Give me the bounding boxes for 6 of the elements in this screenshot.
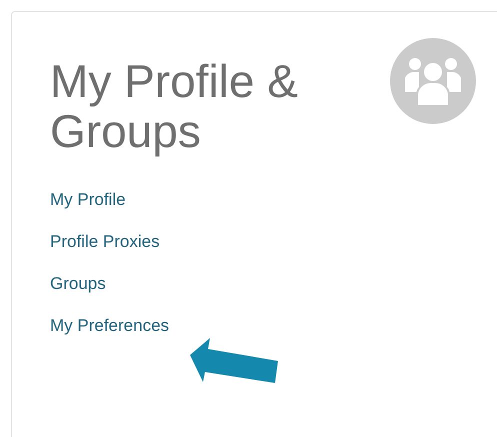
group-icon — [405, 56, 461, 106]
nav-link[interactable]: My Profile — [50, 190, 126, 210]
nav-link[interactable]: My Preferences — [50, 316, 170, 336]
nav-link[interactable]: Groups — [50, 274, 106, 294]
nav-link[interactable]: Profile Proxies — [50, 232, 160, 252]
page-title: My Profile & Groups — [50, 56, 299, 156]
